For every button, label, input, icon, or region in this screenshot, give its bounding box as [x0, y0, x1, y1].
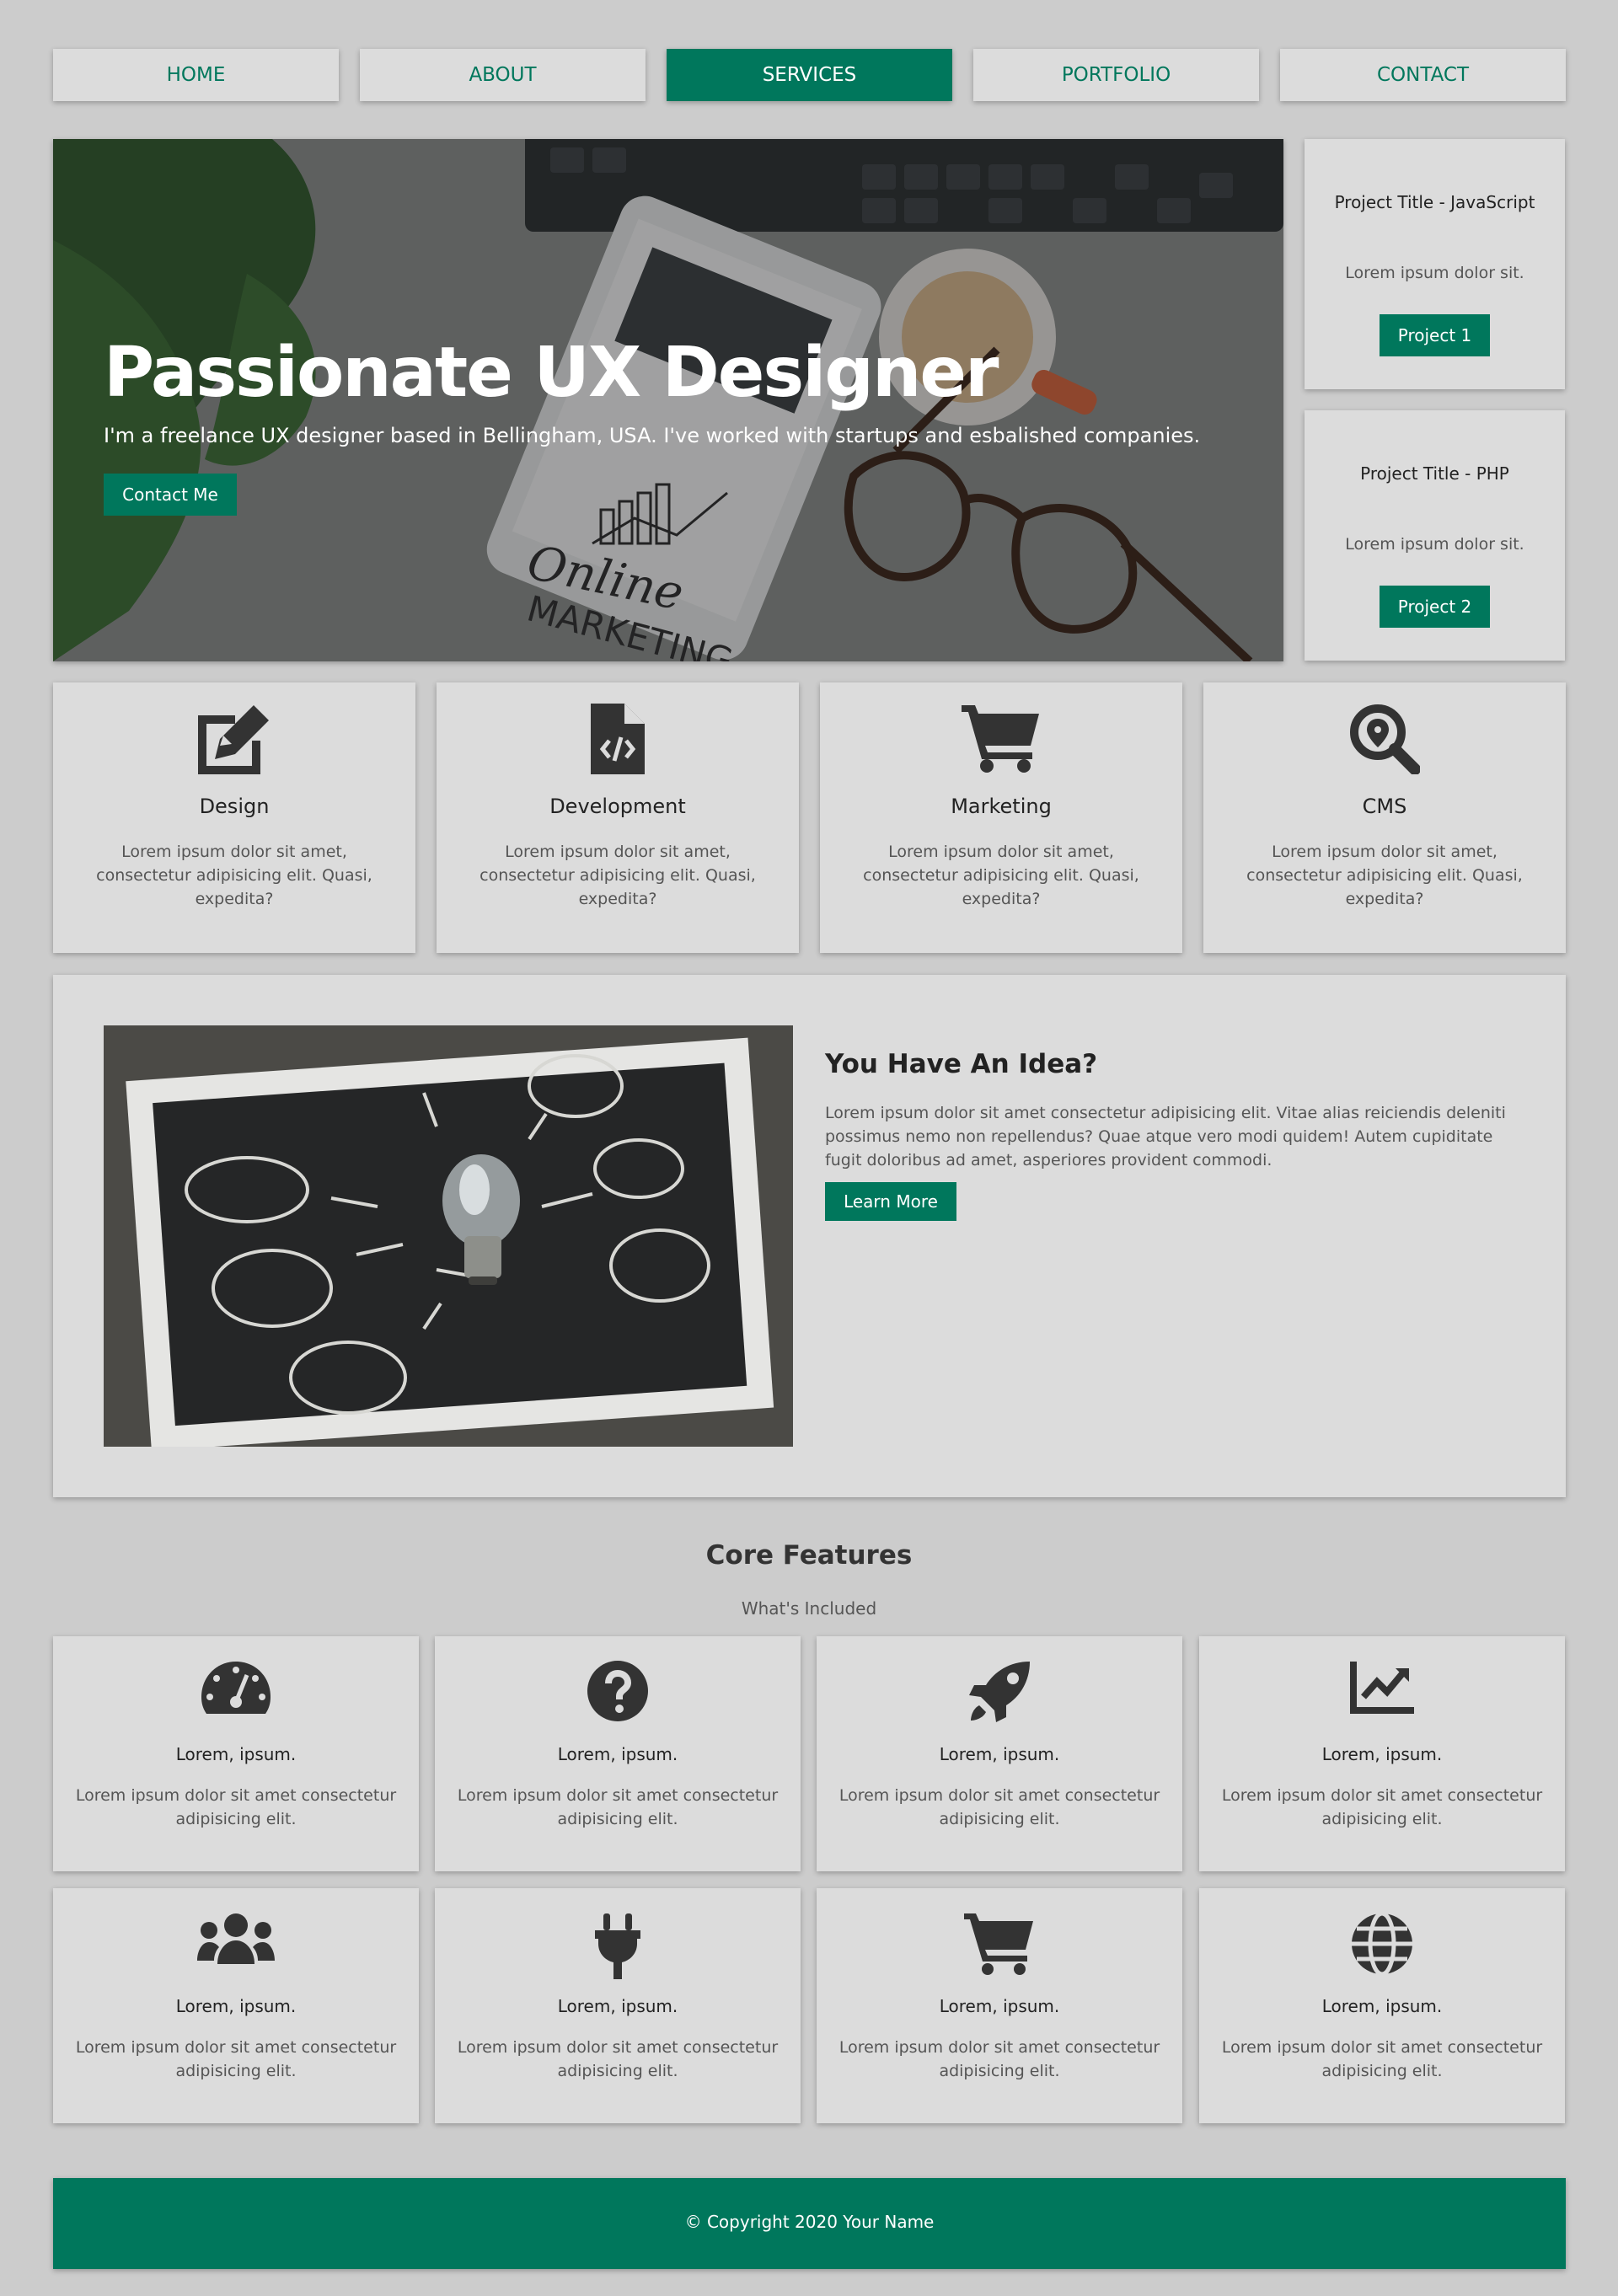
- service-text: Lorem ipsum dolor sit amet, consectetur …: [863, 843, 1139, 908]
- service-card-development: Development Lorem ipsum dolor sit amet, …: [437, 682, 799, 953]
- question-circle-icon: [435, 1660, 801, 1727]
- project-card-1: Project Title - JavaScript Lorem ipsum d…: [1305, 139, 1565, 389]
- idea-image: [104, 1025, 793, 1447]
- feature-text: Lorem ipsum dolor sit amet consectetur a…: [1221, 2038, 1543, 2080]
- feature-title: Lorem, ipsum.: [175, 1996, 297, 2016]
- feature-card: Lorem, ipsum. Lorem ipsum dolor sit amet…: [53, 1888, 419, 2123]
- service-card-marketing: Marketing Lorem ipsum dolor sit amet, co…: [820, 682, 1182, 953]
- project-title: Project Title - PHP: [1360, 463, 1509, 484]
- core-features-subtitle: What's Included: [741, 1598, 877, 1619]
- globe-icon: [1199, 1912, 1565, 1979]
- project-title: Project Title - JavaScript: [1334, 192, 1535, 212]
- nav-home[interactable]: HOME: [53, 49, 339, 101]
- hero-banner: Online MARKETING Passionate UX Designer …: [53, 139, 1283, 661]
- core-features-title: Core Features: [705, 1540, 913, 1571]
- feature-title: Lorem, ipsum.: [1321, 1744, 1443, 1764]
- project-1-button[interactable]: Project 1: [1380, 314, 1490, 356]
- feature-text: Lorem ipsum dolor sit amet consectetur a…: [838, 1786, 1160, 1828]
- feature-card: Lorem, ipsum. Lorem ipsum dolor sit amet…: [817, 1636, 1182, 1871]
- feature-card: Lorem, ipsum. Lorem ipsum dolor sit amet…: [435, 1888, 801, 2123]
- chalkboard-lightbulb-image: [104, 1025, 793, 1447]
- idea-text: Lorem ipsum dolor sit amet consectetur a…: [825, 1104, 1506, 1169]
- feature-text: Lorem ipsum dolor sit amet consectetur a…: [838, 2038, 1160, 2080]
- project-text: Lorem ipsum dolor sit.: [1345, 264, 1524, 282]
- feature-text: Lorem ipsum dolor sit amet consectetur a…: [457, 2038, 779, 2080]
- feature-text: Lorem ipsum dolor sit amet consectetur a…: [1221, 1786, 1543, 1828]
- feature-title: Lorem, ipsum.: [1321, 1996, 1443, 2016]
- feature-text: Lorem ipsum dolor sit amet consectetur a…: [75, 1786, 397, 1828]
- nav-portfolio[interactable]: PORTFOLIO: [973, 49, 1259, 101]
- feature-card: Lorem, ipsum. Lorem ipsum dolor sit amet…: [1199, 1888, 1565, 2123]
- feature-title: Lorem, ipsum.: [939, 1996, 1060, 2016]
- feature-card: Lorem, ipsum. Lorem ipsum dolor sit amet…: [817, 1888, 1182, 2123]
- service-card-cms: CMS Lorem ipsum dolor sit amet, consecte…: [1203, 682, 1566, 953]
- feature-text: Lorem ipsum dolor sit amet consectetur a…: [457, 1786, 779, 1828]
- plug-icon: [435, 1912, 801, 1979]
- service-card-design: Design Lorem ipsum dolor sit amet, conse…: [53, 682, 415, 953]
- rocket-icon: [817, 1660, 1182, 1727]
- idea-title: You Have An Idea?: [825, 1049, 1098, 1079]
- contact-me-button[interactable]: Contact Me: [104, 474, 237, 516]
- footer: © Copyright 2020 Your Name: [53, 2178, 1566, 2269]
- search-location-icon: [1203, 704, 1566, 779]
- project-2-button[interactable]: Project 2: [1380, 586, 1490, 628]
- feature-card: Lorem, ipsum. Lorem ipsum dolor sit amet…: [435, 1636, 801, 1871]
- feature-title: Lorem, ipsum.: [939, 1744, 1060, 1764]
- feature-text: Lorem ipsum dolor sit amet consectetur a…: [75, 2038, 397, 2080]
- service-text: Lorem ipsum dolor sit amet, consectetur …: [96, 843, 372, 908]
- copyright-text: © Copyright 2020 Your Name: [684, 2212, 935, 2232]
- hero-subtitle: I'm a freelance UX designer based in Bel…: [104, 424, 1201, 447]
- chart-line-icon: [1199, 1660, 1565, 1727]
- file-code-icon: [437, 704, 799, 779]
- service-title: Design: [199, 795, 270, 818]
- shopping-cart-icon: [817, 1912, 1182, 1979]
- project-card-2: Project Title - PHP Lorem ipsum dolor si…: [1305, 410, 1565, 661]
- nav-services[interactable]: SERVICES: [667, 49, 952, 101]
- service-text: Lorem ipsum dolor sit amet, consectetur …: [1246, 843, 1523, 908]
- tachometer-icon: [53, 1660, 419, 1727]
- idea-section: You Have An Idea? Lorem ipsum dolor sit …: [53, 975, 1566, 1497]
- users-icon: [53, 1912, 419, 1979]
- learn-more-button[interactable]: Learn More: [825, 1182, 956, 1221]
- service-title: Development: [549, 795, 686, 818]
- nav-about[interactable]: ABOUT: [360, 49, 646, 101]
- nav-contact[interactable]: CONTACT: [1280, 49, 1566, 101]
- feature-card: Lorem, ipsum. Lorem ipsum dolor sit amet…: [1199, 1636, 1565, 1871]
- service-title: CMS: [1362, 795, 1407, 818]
- edit-icon: [53, 704, 415, 779]
- feature-title: Lorem, ipsum.: [175, 1744, 297, 1764]
- service-title: Marketing: [951, 795, 1052, 818]
- feature-title: Lorem, ipsum.: [557, 1996, 678, 2016]
- hero-title: Passionate UX Designer: [104, 333, 999, 413]
- shopping-cart-icon: [820, 704, 1182, 779]
- feature-card: Lorem, ipsum. Lorem ipsum dolor sit amet…: [53, 1636, 419, 1871]
- project-text: Lorem ipsum dolor sit.: [1345, 535, 1524, 554]
- feature-title: Lorem, ipsum.: [557, 1744, 678, 1764]
- service-text: Lorem ipsum dolor sit amet, consectetur …: [480, 843, 756, 908]
